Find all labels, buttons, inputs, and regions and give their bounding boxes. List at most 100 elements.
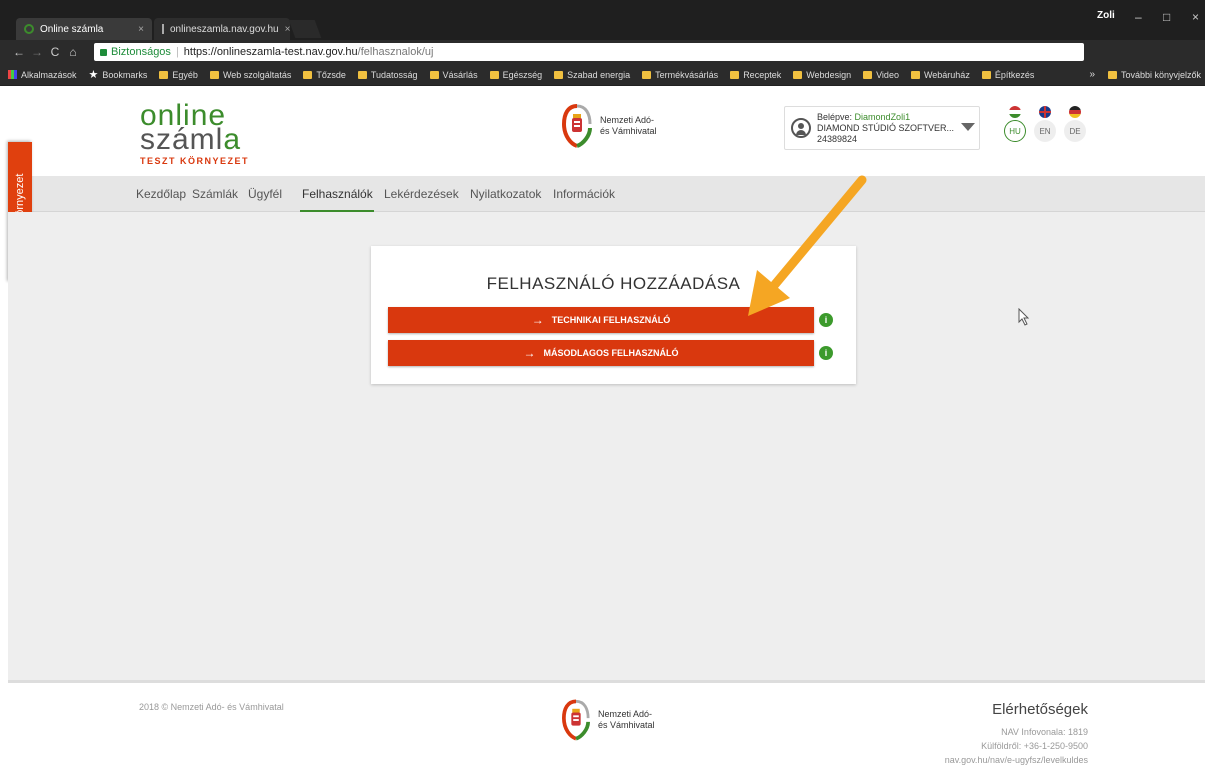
button-label: TECHNIKAI FELHASZNÁLÓ [551,315,671,325]
bookmark-label: Termékvásárlás [655,69,719,80]
bookmark-item[interactable]: Webdesign [793,70,851,80]
url-path: /felhasznalok/uj [357,46,434,58]
tab-online-szamla[interactable]: Online számla × [16,18,152,40]
maximize-button[interactable]: □ [1163,10,1170,24]
folder-icon [730,70,740,79]
tax-number: 24389824 [817,134,858,144]
profile-name[interactable]: Zoli [1097,10,1115,21]
menu-lekerdezesek[interactable]: Lekérdezések [384,187,459,201]
language-de[interactable]: DE [1064,106,1086,142]
user-account-dropdown[interactable]: Belépve: DiamondZoli1 DIAMOND STÚDIÓ SZO… [784,106,980,150]
language-hu[interactable]: HU [1004,106,1026,142]
screen: Online számla × onlineszamla.nav.gov.hu … [0,0,1205,771]
home-button[interactable]: ⌂ [64,45,82,59]
mouse-cursor-icon [1018,308,1030,326]
main-content: FELHASZNÁLÓ HOZZÁADÁSA → TECHNIKAI FELHA… [8,212,1205,680]
company-name: DIAMOND STÚDIÓ SZOFTVER... [817,123,955,133]
username: DiamondZoli1 [854,112,911,122]
bookmark-label: Szabad energia [567,69,631,80]
back-button[interactable]: ← [10,45,28,59]
nav-crest-icon [562,699,590,741]
bookmark-item[interactable]: Egyéb [159,70,198,80]
folder-icon [357,70,367,79]
bookmark-item[interactable]: ★ Bookmarks [89,68,148,81]
bookmark-label: Webdesign [806,69,852,80]
bookmark-item[interactable]: Építkezés [981,70,1034,80]
logged-in-line: Belépve: DiamondZoli1 [817,112,910,122]
tab-favicon-icon [24,24,34,34]
contact-link[interactable]: nav.gov.hu/nav/e-ugyfsz/levelkuldes [945,753,1088,767]
menu-informaciok[interactable]: Információk [553,187,615,201]
nav-name-line2: és Vámhivatal [600,126,657,136]
site-header: online számla TESZT KÖRNYEZET Nemzeti Ad… [8,86,1205,176]
chevron-down-icon[interactable] [961,123,975,131]
apps-icon [8,70,17,79]
close-window-button[interactable]: × [1192,10,1199,24]
bookmark-label: Webáruház [923,69,970,80]
bookmark-item[interactable]: Tőzsde [303,70,346,80]
bookmarks-bar: Alkalmazások ★ Bookmarks Egyéb Web szolgálta… [0,64,1205,86]
bookmarks-more-button[interactable]: » [1089,69,1095,80]
bookmark-item[interactable]: Video [863,70,899,80]
tab-title: onlineszamla.nav.gov.hu [170,23,279,35]
tab-close-icon[interactable]: × [138,24,144,35]
menu-felhasznalok[interactable]: Felhasználók [302,187,373,201]
info-icon[interactable]: i [819,346,833,360]
browser-titlebar: Online számla × onlineszamla.nav.gov.hu … [0,0,1205,40]
bookmark-item[interactable]: Termékvásárlás [642,70,718,80]
bookmark-label: Video [876,69,899,80]
bookmark-label: Bookmarks [102,69,148,80]
bookmark-label: Vásárlás [442,69,478,80]
bookmark-label: Tőzsde [316,69,346,80]
language-en[interactable]: EN [1034,106,1056,142]
menu-kezdolap[interactable]: Kezdőlap [136,187,186,201]
folder-icon [554,70,564,79]
footer-nav-logo[interactable]: Nemzeti Adó- és Vámhivatal [562,699,655,741]
bookmark-label: Tudatosság [370,69,418,80]
bookmark-item[interactable]: Tudatosság [357,69,418,80]
reload-button[interactable]: C [46,45,64,59]
contact-phone: NAV Infovonala: 1819 [1001,727,1088,737]
nav-logo[interactable]: Nemzeti Adó- és Vámhivatal [562,104,657,148]
forward-button[interactable]: → [28,45,46,59]
folder-icon [159,70,169,79]
technical-user-button[interactable]: → TECHNIKAI FELHASZNÁLÓ [388,307,814,333]
menu-szamlak[interactable]: Számlák [192,187,238,201]
bookmark-label: Web szolgáltatás [222,69,292,80]
bookmark-item[interactable]: Vásárlás [429,69,478,80]
folder-icon [910,70,920,79]
bookmark-item[interactable]: Alkalmazások [8,70,77,80]
bookmark-item[interactable]: Web szolgáltatás [209,69,292,80]
bookmark-item[interactable]: Egészség [489,69,543,80]
contact-abroad: Külföldről: +36-1-250-9500 [981,741,1088,751]
nav-name-line1: Nemzeti Adó- [600,115,655,125]
minimize-button[interactable]: – [1135,10,1142,24]
contacts-title: Elérhetőségek [992,701,1088,718]
bookmark-item[interactable]: Webáruház [910,69,970,80]
new-tab-button[interactable] [288,20,322,38]
bookmark-item[interactable]: Receptek [730,70,781,80]
info-icon[interactable]: i [819,313,833,327]
folder-icon [209,70,219,79]
language-code: DE [1064,120,1086,142]
lock-icon [100,48,107,56]
tab-onlineszamla-nav[interactable]: onlineszamla.nav.gov.hu × [154,18,290,40]
tab-close-icon[interactable]: × [285,24,291,35]
bookmark-label: Egyéb [172,69,198,80]
secondary-user-button[interactable]: → MÁSODLAGOS FELHASZNÁLÓ [388,340,814,366]
menu-nyilatkozatok[interactable]: Nyilatkozatok [470,187,541,201]
folder-icon [429,70,439,79]
card-title: FELHASZNÁLÓ HOZZÁADÁSA [486,274,741,293]
bookmark-label: Egészség [502,69,543,80]
url-field[interactable]: Biztonságos | https://onlineszamla-test.… [94,43,1084,61]
other-bookmarks-label: További könyvjelzők [1120,69,1201,80]
logo-line2: számla [140,125,249,155]
language-code: EN [1034,120,1056,142]
nav-name: Nemzeti Adó- és Vámhivatal [600,115,657,137]
other-bookmarks[interactable]: További könyvjelzők [1107,69,1201,80]
main-menu: Kezdőlap Számlák Ügyfél Felhasználók Lek… [8,176,1205,212]
menu-ugyfel[interactable]: Ügyfél [248,187,282,201]
hungarian-flag-icon [1009,106,1021,118]
online-szamla-logo[interactable]: online számla TESZT KÖRNYEZET [140,101,249,167]
bookmark-item[interactable]: Szabad energia [554,70,630,80]
